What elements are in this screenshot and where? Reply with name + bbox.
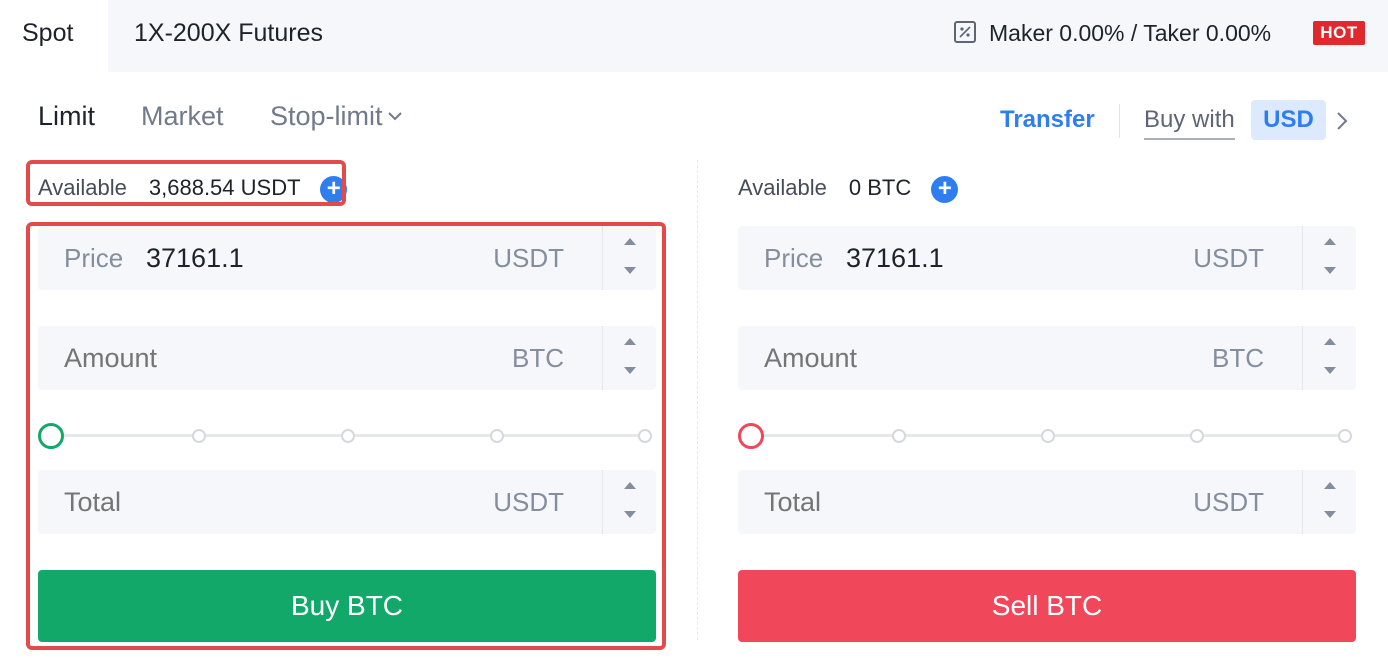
- caret-up-icon: [624, 338, 636, 345]
- available-balance: 0 BTC: [848, 175, 912, 200]
- price-label: Price: [64, 243, 124, 273]
- amount-increment[interactable]: [603, 326, 657, 358]
- amount-increment[interactable]: [1303, 326, 1357, 358]
- caret-down-icon: [624, 367, 636, 374]
- slider-step-25[interactable]: [192, 429, 206, 443]
- available-label: Available: [38, 175, 127, 200]
- available-label: Available: [738, 175, 827, 200]
- slider-step-25[interactable]: [892, 429, 906, 443]
- price-input[interactable]: [146, 226, 446, 290]
- slider-handle[interactable]: [38, 423, 64, 449]
- amount-unit: BTC: [512, 343, 564, 373]
- price-decrement[interactable]: [603, 258, 657, 290]
- amount-unit: BTC: [1212, 343, 1264, 373]
- caret-down-icon: [1324, 367, 1336, 374]
- caret-up-icon: [1324, 238, 1336, 245]
- total-increment[interactable]: [1303, 470, 1357, 502]
- amount-stepper: [602, 326, 656, 390]
- sell-available: Available 0 BTC +: [738, 174, 959, 203]
- price-decrement[interactable]: [1303, 258, 1357, 290]
- total-input[interactable]: [64, 470, 364, 534]
- total-stepper: [602, 470, 656, 534]
- total-input[interactable]: [764, 470, 1064, 534]
- amount-input[interactable]: [764, 326, 1064, 390]
- sell-btc-button[interactable]: Sell BTC: [738, 570, 1356, 642]
- caret-down-icon: [1324, 511, 1336, 518]
- amount-field[interactable]: BTC: [738, 326, 1356, 390]
- amount-stepper: [1302, 326, 1356, 390]
- total-stepper: [1302, 470, 1356, 534]
- price-unit: USDT: [493, 243, 564, 273]
- amount-input[interactable]: [64, 326, 364, 390]
- caret-down-icon: [624, 511, 636, 518]
- buy-btc-button[interactable]: Buy BTC: [38, 570, 656, 642]
- slider-step-75[interactable]: [1190, 429, 1204, 443]
- amount-percent-slider[interactable]: [738, 422, 1356, 450]
- slider-step-50[interactable]: [341, 429, 355, 443]
- sell-panel: Available 0 BTC + Price USDT BTC USDT: [738, 0, 1378, 658]
- caret-up-icon: [624, 238, 636, 245]
- available-balance: 3,688.54 USDT: [148, 175, 301, 200]
- caret-up-icon: [624, 482, 636, 489]
- buy-panel: Available3,688.54 USDT + Price USDT BTC …: [38, 0, 678, 658]
- price-stepper: [602, 226, 656, 290]
- caret-up-icon: [1324, 482, 1336, 489]
- total-decrement[interactable]: [603, 502, 657, 534]
- amount-decrement[interactable]: [1303, 358, 1357, 390]
- caret-down-icon: [624, 267, 636, 274]
- total-unit: USDT: [1193, 487, 1264, 517]
- slider-step-100[interactable]: [638, 429, 652, 443]
- slider-handle[interactable]: [738, 423, 764, 449]
- price-field[interactable]: Price USDT: [38, 226, 656, 290]
- slider-step-50[interactable]: [1041, 429, 1055, 443]
- buy-available: Available 3,688.54 USDT +: [38, 174, 348, 203]
- amount-field[interactable]: BTC: [38, 326, 656, 390]
- add-funds-icon[interactable]: +: [931, 175, 959, 203]
- amount-decrement[interactable]: [603, 358, 657, 390]
- total-decrement[interactable]: [1303, 502, 1357, 534]
- caret-up-icon: [1324, 338, 1336, 345]
- total-increment[interactable]: [603, 470, 657, 502]
- price-input[interactable]: [846, 226, 1146, 290]
- total-field[interactable]: USDT: [38, 470, 656, 534]
- price-field[interactable]: Price USDT: [738, 226, 1356, 290]
- price-unit: USDT: [1193, 243, 1264, 273]
- panel-divider: [697, 160, 698, 640]
- slider-step-75[interactable]: [490, 429, 504, 443]
- price-increment[interactable]: [1303, 226, 1357, 258]
- price-label: Price: [764, 243, 824, 273]
- amount-percent-slider[interactable]: [38, 422, 656, 450]
- total-field[interactable]: USDT: [738, 470, 1356, 534]
- total-unit: USDT: [493, 487, 564, 517]
- add-funds-icon[interactable]: +: [320, 175, 348, 203]
- price-stepper: [1302, 226, 1356, 290]
- slider-step-100[interactable]: [1338, 429, 1352, 443]
- caret-down-icon: [1324, 267, 1336, 274]
- price-increment[interactable]: [603, 226, 657, 258]
